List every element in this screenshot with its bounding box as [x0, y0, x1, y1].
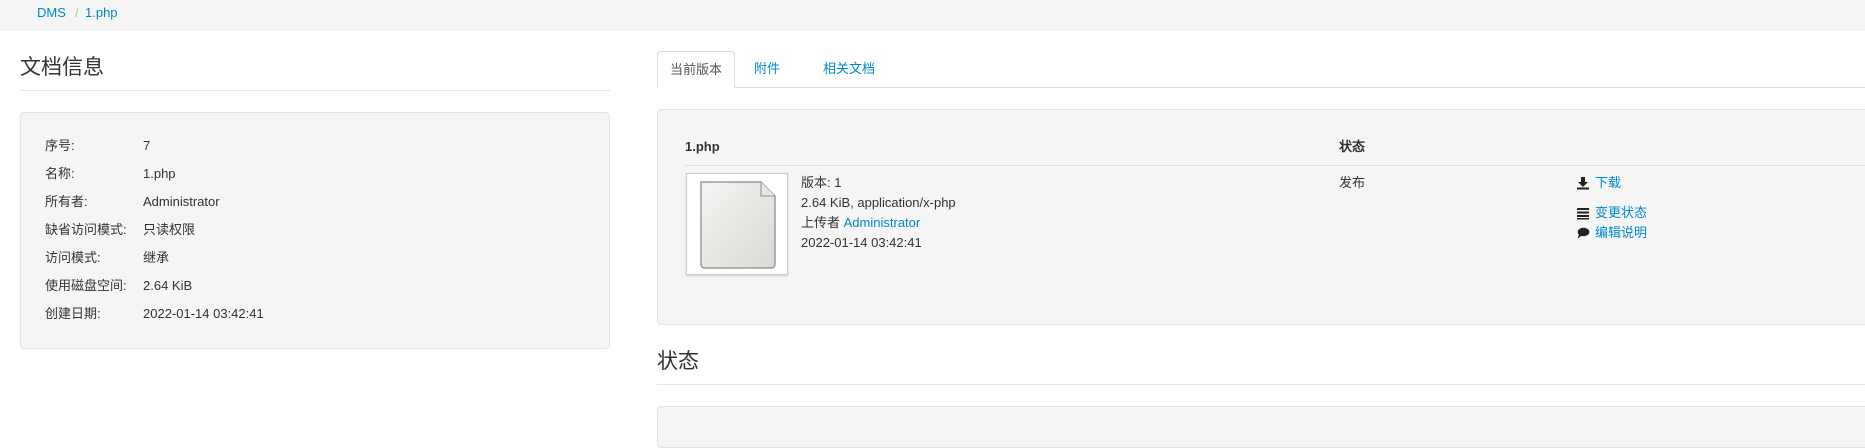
status-panel — [657, 406, 1865, 448]
info-label: 缺省访问模式: — [45, 222, 127, 237]
document-info-heading: 文档信息 — [20, 56, 104, 79]
info-value: 7 — [143, 138, 151, 153]
edit-comment-link[interactable]: 编辑说明 — [1576, 223, 1647, 243]
status-heading: 状态 — [657, 350, 699, 373]
column-header-status: 状态 — [1339, 139, 1366, 154]
download-link[interactable]: 下载 — [1576, 173, 1621, 193]
comment-icon — [1577, 227, 1590, 239]
file-icon — [700, 181, 776, 269]
document-tabs: 当前版本 附件 相关文档 — [657, 51, 1865, 89]
info-label: 所有者: — [45, 194, 88, 209]
info-label: 名称: — [45, 166, 75, 181]
version-number: 版本: 1 — [801, 175, 842, 190]
info-value: 2022-01-14 03:42:41 — [143, 306, 264, 321]
tabs-divider — [657, 87, 1865, 88]
table-header-divider — [685, 165, 1865, 166]
upload-date: 2022-01-14 03:42:41 — [801, 235, 922, 250]
owner-link[interactable]: Administrator — [143, 192, 220, 212]
tab-current-version[interactable]: 当前版本 — [657, 51, 736, 89]
tab-attachments[interactable]: 附件 — [742, 51, 792, 87]
tab-related-documents[interactable]: 相关文档 — [811, 51, 887, 87]
info-label: 序号: — [45, 138, 75, 153]
version-status: 发布 — [1339, 175, 1366, 190]
info-label: 使用磁盘空间: — [45, 278, 127, 293]
info-value: 1.php — [143, 166, 176, 181]
info-value: 2.64 KiB — [143, 278, 193, 293]
uploader-line: 上传者 Administrator — [801, 213, 920, 233]
change-status-label: 变更状态 — [1595, 205, 1648, 220]
info-value: 继承 — [143, 250, 170, 265]
list-icon — [1577, 208, 1589, 220]
edit-comment-label: 编辑说明 — [1595, 225, 1648, 240]
column-header-name: 1.php — [685, 139, 720, 154]
uploader-prefix: 上传者 — [801, 215, 841, 230]
breadcrumb-file-link[interactable]: 1.php — [85, 4, 118, 21]
status-divider — [657, 384, 1865, 385]
file-size-type: 2.64 KiB, application/x-php — [801, 195, 956, 210]
current-version-panel: 1.php 状态 版本: 1 2.64 KiB, application/x-p… — [657, 109, 1865, 325]
info-value: 只读权限 — [143, 222, 196, 237]
breadcrumb-dms-link[interactable]: DMS — [37, 4, 66, 21]
info-label: 访问模式: — [45, 250, 101, 265]
heading-divider — [20, 90, 610, 91]
breadcrumb-separator: / — [75, 5, 79, 20]
document-info-panel: 序号: 7 名称: 1.php 所有者: Administrator 缺省访问模… — [20, 112, 610, 349]
breadcrumb: DMS / 1.php — [0, 0, 1865, 31]
download-icon — [1577, 177, 1589, 190]
uploader-link[interactable]: Administrator — [844, 215, 921, 230]
download-label: 下载 — [1595, 175, 1622, 190]
file-thumbnail[interactable] — [686, 173, 788, 275]
change-status-link[interactable]: 变更状态 — [1576, 203, 1647, 223]
info-label: 创建日期: — [45, 306, 101, 321]
